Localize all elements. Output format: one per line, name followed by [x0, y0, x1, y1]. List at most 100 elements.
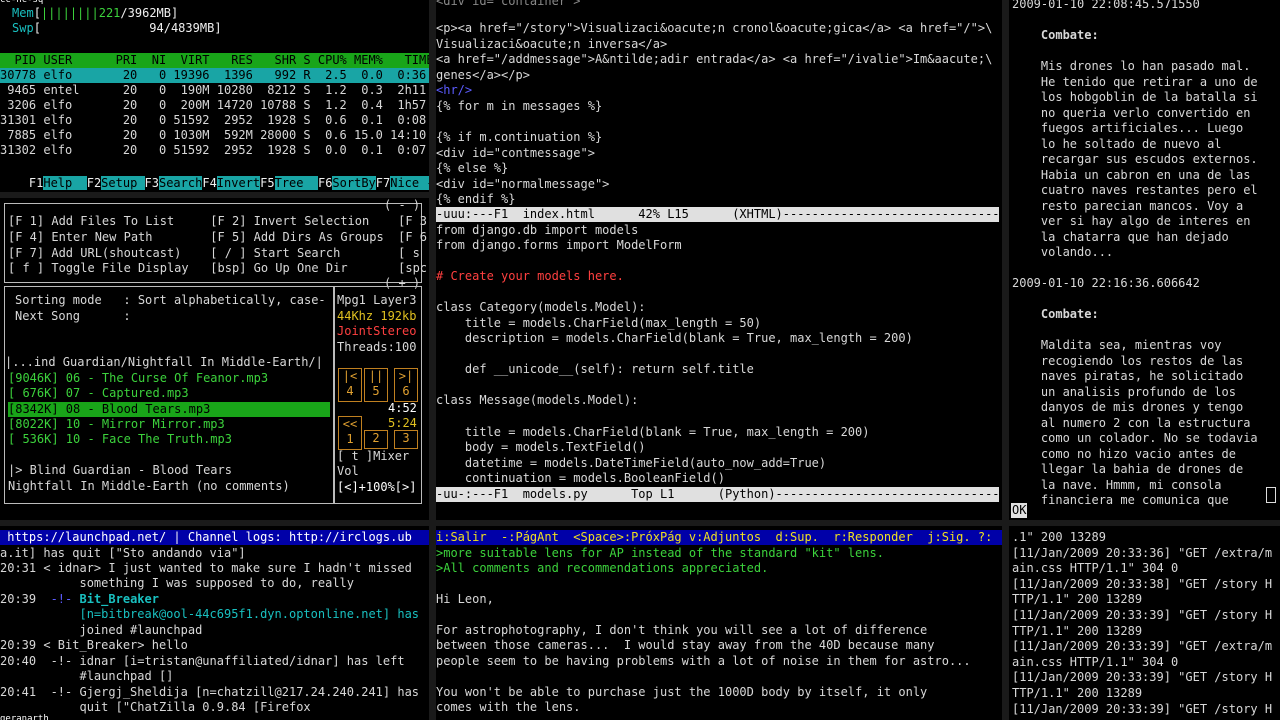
diary-line: naves piratas, he solicitado [1012, 369, 1244, 383]
irc-message: quit ["ChatZilla 0.9.84 [Firefox [0, 700, 311, 714]
html-line[interactable]: {% endif %} [436, 192, 515, 207]
html-line[interactable]: {% if m.continuation %} [436, 130, 602, 145]
next-button[interactable]: >| 6 [394, 368, 418, 402]
volume-control[interactable]: [<]+100%[>] [337, 480, 416, 495]
fkey-f1[interactable]: F1Help [29, 176, 87, 190]
current-directory: |...ind Guardian/Nightfall In Middle-Ear… [5, 355, 323, 369]
diary-line: recogiendo los restos de las [1012, 353, 1244, 368]
code-comment[interactable]: # Create your models here. [436, 269, 624, 284]
now-playing-album: Nightfall In Middle-Earth (no comments) [8, 479, 290, 493]
irc-message: #launchpad [] [0, 669, 174, 683]
process-row[interactable]: 7885 elfo 20 0 1030M 592M 28000 S 0.6 15… [0, 128, 426, 143]
irc-pane[interactable]: https://launchpad.net/ | Channel logs: h… [0, 526, 429, 720]
diary-line: 2009-01-10 22:08:45.571550 [1012, 0, 1200, 11]
playlist-item[interactable]: [9046K] 06 - The Curse Of Feanor.mp3 [8, 371, 268, 386]
mem-bar: ||||||||221 [40, 6, 121, 20]
irc-message: 20:39 < Bit_Breaker> hello [0, 638, 188, 652]
playlist-item[interactable]: [ 536K] 10 - Face The Truth.mp3 [8, 432, 232, 447]
html-line[interactable]: <a href="/addmessage">A&ntilde;adir entr… [436, 52, 992, 67]
playlist-item-selected[interactable]: [8342K] 08 - Blood Tears.mp3 [8, 402, 330, 417]
fkey-f3[interactable]: F3Search [145, 176, 203, 190]
diary-line: recargar sus escudos externos. [1012, 152, 1258, 166]
irc-message: 20:39 -!- Bit_Breaker [0, 592, 159, 606]
process-row[interactable]: 9465 entel 20 0 190M 10280 8212 S 1.2 0.… [0, 83, 426, 98]
ok-button[interactable]: OK [1011, 503, 1028, 518]
mixer-toggle[interactable]: [ t ]Mixer [337, 449, 409, 464]
next-song: Next Song : [15, 309, 131, 323]
diary-line: 2009-01-10 22:16:36.606642 [1012, 276, 1200, 290]
process-row[interactable]: 3206 elfo 20 0 200M 14720 10788 S 1.2 0.… [0, 98, 426, 113]
fkey-f7[interactable]: F7Nice - [376, 176, 429, 190]
fkey-f5[interactable]: F5Tree [260, 176, 318, 190]
irc-message: 20:40 -!- idnar [i=tristan@unaffiliated/… [0, 654, 405, 668]
code-line[interactable]: datetime = models.DateTimeField(auto_now… [436, 456, 826, 471]
diary-line: al numero 2 con la estructura [1012, 415, 1251, 430]
code-line[interactable]: continuation = models.BooleanField() [436, 471, 725, 486]
volume-label: Vol [337, 464, 359, 478]
html-line[interactable]: <p><a href="/story">Visualizaci&oacute;n… [436, 21, 992, 36]
pause-button[interactable]: || 5 [364, 368, 388, 402]
mode-line-index-html[interactable]: -uuu:---F1 index.html 42% L15 (XHTML)---… [436, 207, 1002, 222]
html-line[interactable]: Visualizaci&oacute;n inversa</a> [436, 37, 667, 52]
vertical-divider-right[interactable] [1002, 0, 1009, 720]
code-line[interactable]: from django.db import models [436, 223, 638, 238]
diary-line: cuatro naves restantes pero el [1012, 183, 1258, 197]
html-line[interactable]: {% else %} [436, 161, 508, 176]
seek-back-button[interactable]: << 1 [338, 416, 362, 450]
fkey-f4[interactable]: F4Invert [202, 176, 261, 190]
mode-line-models-py[interactable]: -uu-:---F1 models.py Top L1 (Python)----… [436, 487, 1002, 502]
htop-hostname: cc-nc-sq [0, 0, 44, 5]
rewind-button[interactable]: |< 4 [338, 368, 362, 402]
code-line[interactable]: from django.forms import ModelForm [436, 238, 682, 253]
function-key-bar: F1Help F2Setup F3SearchF4InvertF5Tree F6… [0, 161, 429, 190]
mail-line: between those cameras... I would stay aw… [436, 638, 935, 652]
html-line[interactable]: genes</a></p> [436, 68, 530, 83]
diary-line: He tenido que retirar a uno de [1012, 74, 1258, 89]
emacs-editor-pane[interactable]: <div id="container"> <p><a href="/story"… [436, 0, 1002, 520]
code-line[interactable]: description = models.CharField(blank = T… [436, 331, 913, 346]
fkey-f2[interactable]: F2Setup [87, 176, 145, 190]
html-line[interactable]: <div id="normalmessage"> [436, 177, 609, 192]
playlist-item[interactable]: [8022K] 10 - Mirror Mirror.mp3 [8, 417, 225, 432]
total-time: 5:24 [388, 416, 417, 430]
vertical-divider-left[interactable] [429, 0, 436, 720]
mp3-player-pane[interactable]: ( - ) [F 1] Add Files To List [F 2] Inve… [0, 198, 429, 520]
html-line[interactable]: <div id="contmessage"> [436, 146, 595, 161]
diary-line: Habia un cabron en una de las [1012, 167, 1251, 182]
diary-pane[interactable]: 2009-01-10 22:08:45.571550 Combate: Mis … [1009, 0, 1280, 520]
diary-line: como no hizo vacio antes de [1012, 446, 1236, 461]
code-line[interactable]: title = models.CharField(blank = True, m… [436, 425, 870, 440]
entry-heading: Combate: [1012, 307, 1099, 321]
code-line[interactable]: class Category(models.Model): [436, 300, 646, 315]
button-3[interactable]: 3 [394, 430, 418, 449]
html-line[interactable]: <hr/> [436, 83, 472, 98]
playlist-item[interactable]: [ 676K] 07 - Captured.mp3 [8, 386, 189, 401]
collapse-help-button[interactable]: ( - ) [384, 198, 420, 213]
code-line[interactable]: class Message(models.Model): [436, 393, 638, 408]
button-2[interactable]: 2 [364, 430, 388, 449]
help-line: [F 1] Add Files To List [F 2] Invert Sel… [8, 214, 428, 228]
code-line[interactable]: def __unicode__(self): return self.title [436, 362, 754, 377]
sorting-mode: Sorting mode : Sort alphabetically, case… [15, 293, 326, 307]
html-line[interactable]: {% for m in messages %} [436, 99, 602, 114]
process-row[interactable]: 31302 elfo 20 0 51592 2952 1928 S 0.0 0.… [0, 143, 426, 158]
diary-line: lo he soltado de nuevo al [1012, 136, 1222, 151]
mutt-help-bar[interactable]: i:Salir -:PágAnt <Space>:PróxPág v:Adjun… [436, 530, 1002, 545]
codec-info: Mpg1 Layer3 [337, 293, 417, 307]
diary-line: financiera me comunica que [1012, 493, 1229, 507]
code-line[interactable]: title = models.CharField(max_length = 50… [436, 316, 761, 331]
fkey-f6[interactable]: F6SortBy [318, 176, 376, 190]
swap-meter: Swp[ 94/4839MB] [12, 21, 222, 35]
process-table-header[interactable]: PID USER PRI NI VIRT RES SHR S CPU% MEM%… [0, 53, 429, 68]
access-log-line: [11/Jan/2009 20:33:39] "GET /story H [1012, 701, 1273, 716]
access-log-pane[interactable]: .1" 200 13289 [11/Jan/2009 20:33:36] "GET… [1009, 526, 1280, 720]
htop-pane[interactable]: cc-nc-sq Mem[||||||||221/3962MB] Swp[ 94… [0, 0, 429, 192]
mutt-pane[interactable]: i:Salir -:PágAnt <Space>:PróxPág v:Adjun… [436, 526, 1002, 720]
process-row-selected[interactable]: 30778 elfo 20 0 19396 1396 992 R 2.5 0.0… [0, 68, 429, 83]
access-log-line: .1" 200 13289 [1012, 530, 1106, 544]
diary-line: como un colador. No se todavia [1012, 431, 1258, 445]
mail-line: Hi Leon, [436, 592, 494, 606]
code-line[interactable]: body = models.TextField() [436, 440, 646, 455]
process-row[interactable]: 31301 elfo 20 0 51592 2952 1928 S 0.6 0.… [0, 113, 426, 128]
irc-message: [n=bitbreak@ool-44c695f1.dyn.optonline.n… [0, 607, 420, 621]
